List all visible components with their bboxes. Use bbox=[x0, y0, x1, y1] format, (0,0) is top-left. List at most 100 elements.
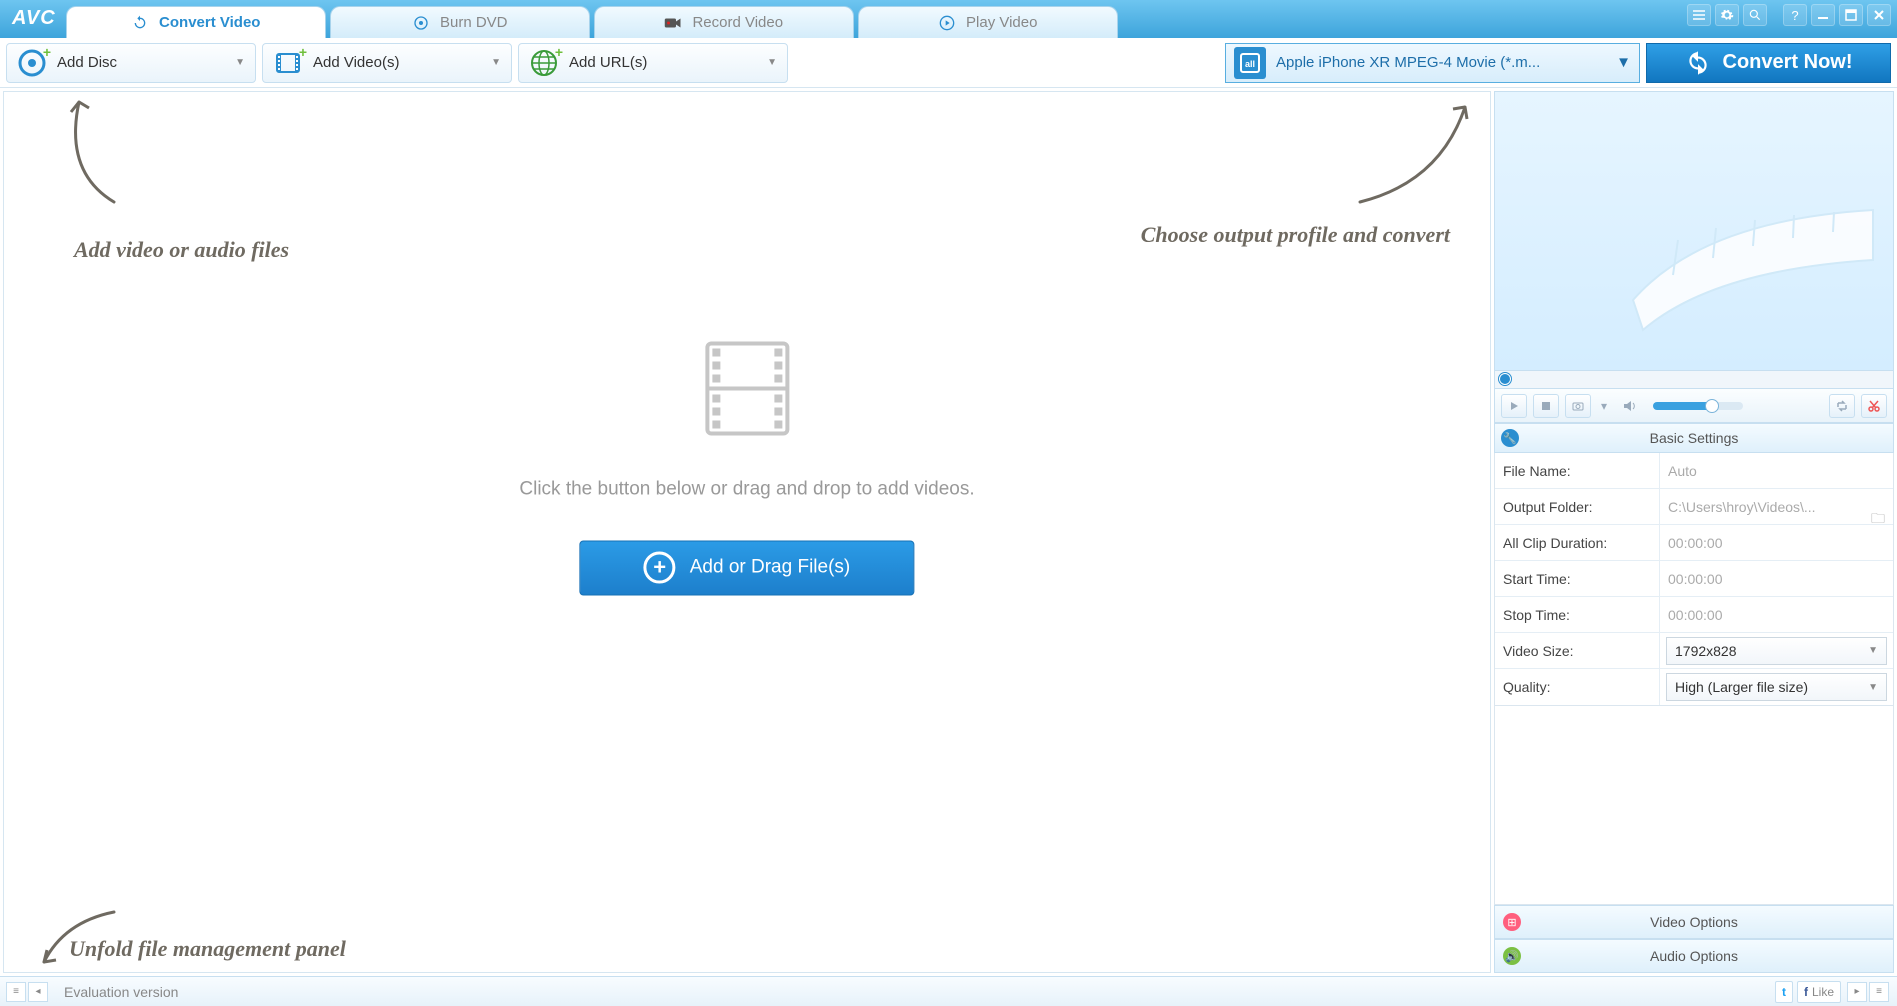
button-label: Convert Now! bbox=[1723, 51, 1853, 74]
hint-arrow-icon bbox=[44, 92, 144, 212]
quality-select[interactable]: High (Larger file size) ▼ bbox=[1666, 673, 1887, 701]
maximize-icon[interactable] bbox=[1839, 4, 1863, 26]
output-folder-field[interactable]: C:\Users\hroy\Videos\... 🗀 bbox=[1660, 499, 1893, 515]
stop-button[interactable] bbox=[1533, 394, 1559, 418]
button-label: Add Video(s) bbox=[313, 54, 399, 71]
tab-play-video[interactable]: Play Video bbox=[858, 6, 1118, 38]
window-controls: ? bbox=[1687, 4, 1891, 26]
folder-icon[interactable]: 🗀 bbox=[1871, 508, 1885, 532]
video-options-icon: ⊞ bbox=[1503, 913, 1521, 931]
settings-table: File Name: Auto Output Folder: C:\Users\… bbox=[1494, 453, 1894, 706]
chevron-down-icon: ▼ bbox=[767, 57, 777, 68]
chevron-down-icon: ▼ bbox=[1868, 682, 1878, 693]
main-tabs: Convert Video Burn DVD Record Video Play… bbox=[66, 4, 1122, 38]
search-icon[interactable] bbox=[1743, 4, 1767, 26]
camera-icon bbox=[664, 14, 682, 32]
settings-icon[interactable] bbox=[1715, 4, 1739, 26]
filmstrip-icon bbox=[687, 328, 807, 448]
film-icon: + bbox=[273, 48, 303, 78]
drop-zone: Click the button below or drag and drop … bbox=[519, 328, 974, 595]
svg-text:all: all bbox=[1245, 59, 1255, 69]
basic-settings-header[interactable]: 🔧 Basic Settings bbox=[1494, 423, 1894, 453]
hint-choose-profile: Choose output profile and convert bbox=[1141, 222, 1450, 248]
profile-icon: all bbox=[1234, 47, 1266, 79]
seek-bar[interactable] bbox=[1494, 371, 1894, 389]
setting-video-size: Video Size: 1792x828 ▼ bbox=[1495, 633, 1893, 669]
list-view-icon[interactable]: ≡ bbox=[6, 982, 26, 1002]
stop-time-field[interactable]: 00:00:00 bbox=[1660, 607, 1893, 623]
convert-now-button[interactable]: Convert Now! bbox=[1646, 43, 1891, 83]
output-profile-select[interactable]: all Apple iPhone XR MPEG-4 Movie (*.m...… bbox=[1225, 43, 1640, 83]
title-bar: AVC Convert Video Burn DVD Record Video … bbox=[0, 0, 1897, 38]
minimize-icon[interactable] bbox=[1811, 4, 1835, 26]
file-name-field[interactable]: Auto bbox=[1660, 463, 1893, 479]
snapshot-button[interactable] bbox=[1565, 394, 1591, 418]
tab-burn-dvd[interactable]: Burn DVD bbox=[330, 6, 590, 38]
twitter-button[interactable]: t bbox=[1775, 981, 1793, 1003]
volume-handle[interactable] bbox=[1705, 399, 1719, 413]
video-size-select[interactable]: 1792x828 ▼ bbox=[1666, 637, 1887, 665]
drop-instruction: Click the button below or drag and drop … bbox=[519, 478, 974, 500]
tab-label: Burn DVD bbox=[440, 14, 508, 31]
globe-icon: + bbox=[529, 48, 559, 78]
list-view-right-icon[interactable]: ≡ bbox=[1869, 982, 1889, 1002]
snapshot-dropdown-icon[interactable]: ▾ bbox=[1597, 394, 1611, 418]
tab-convert-video[interactable]: Convert Video bbox=[66, 6, 326, 38]
volume-icon[interactable] bbox=[1617, 394, 1643, 418]
setting-output-folder: Output Folder: C:\Users\hroy\Videos\... … bbox=[1495, 489, 1893, 525]
tab-record-video[interactable]: Record Video bbox=[594, 6, 854, 38]
play-icon bbox=[938, 14, 956, 32]
add-urls-button[interactable]: + Add URL(s) ▼ bbox=[518, 43, 788, 83]
video-options-header[interactable]: ⊞ Video Options bbox=[1494, 905, 1894, 939]
start-time-field[interactable]: 00:00:00 bbox=[1660, 571, 1893, 587]
setting-quality: Quality: High (Larger file size) ▼ bbox=[1495, 669, 1893, 705]
collapse-right-icon[interactable]: ▸ bbox=[1847, 982, 1867, 1002]
setting-file-name: File Name: Auto bbox=[1495, 453, 1893, 489]
hint-unfold-panel: Unfold file management panel bbox=[69, 936, 346, 962]
twitter-icon: t bbox=[1782, 985, 1786, 999]
button-label: Add URL(s) bbox=[569, 54, 647, 71]
file-list-area[interactable]: Add video or audio files Choose output p… bbox=[3, 91, 1491, 973]
setting-start-time: Start Time: 00:00:00 bbox=[1495, 561, 1893, 597]
chevron-down-icon: ▼ bbox=[1868, 645, 1878, 656]
filmstrip-graphic-icon bbox=[1623, 180, 1883, 340]
help-icon[interactable]: ? bbox=[1783, 4, 1807, 26]
tab-label: Play Video bbox=[966, 14, 1037, 31]
menu-icon[interactable] bbox=[1687, 4, 1711, 26]
button-label: Add Disc bbox=[57, 54, 117, 71]
app-logo: AVC bbox=[12, 7, 56, 30]
hint-arrow-icon bbox=[1340, 92, 1480, 212]
toolbar: + Add Disc ▼ + Add Video(s) ▼ + Add URL(… bbox=[0, 38, 1897, 88]
status-bar: ≡ ◂ Evaluation version t fLike ▸ ≡ bbox=[0, 976, 1897, 1006]
facebook-like-button[interactable]: fLike bbox=[1797, 981, 1841, 1003]
hint-add-files: Add video or audio files bbox=[74, 237, 289, 263]
tab-label: Convert Video bbox=[159, 14, 260, 31]
setting-all-clip-duration: All Clip Duration: 00:00:00 bbox=[1495, 525, 1893, 561]
chevron-down-icon: ▼ bbox=[491, 57, 501, 68]
facebook-icon: f bbox=[1804, 985, 1808, 999]
close-icon[interactable] bbox=[1867, 4, 1891, 26]
add-disc-button[interactable]: + Add Disc ▼ bbox=[6, 43, 256, 83]
add-videos-button[interactable]: + Add Video(s) ▼ bbox=[262, 43, 512, 83]
preview-box bbox=[1494, 91, 1894, 371]
chevron-down-icon: ▼ bbox=[235, 57, 245, 68]
plus-circle-icon: + bbox=[644, 552, 676, 584]
audio-options-icon: 🔊 bbox=[1503, 947, 1521, 965]
settings-blank-area bbox=[1494, 706, 1894, 905]
add-drag-files-button[interactable]: + Add or Drag File(s) bbox=[579, 540, 914, 595]
player-controls: ▾ bbox=[1494, 389, 1894, 423]
header-label: Basic Settings bbox=[1650, 430, 1739, 446]
wrench-icon: 🔧 bbox=[1501, 429, 1519, 447]
loop-button[interactable] bbox=[1829, 394, 1855, 418]
disc-icon bbox=[412, 14, 430, 32]
profile-label: Apple iPhone XR MPEG-4 Movie (*.m... bbox=[1276, 54, 1606, 71]
disc-icon: + bbox=[17, 48, 47, 78]
button-label: Add or Drag File(s) bbox=[690, 557, 851, 579]
duration-field[interactable]: 00:00:00 bbox=[1660, 535, 1893, 551]
collapse-left-icon[interactable]: ◂ bbox=[28, 982, 48, 1002]
audio-options-header[interactable]: 🔊 Audio Options bbox=[1494, 939, 1894, 973]
cut-button[interactable] bbox=[1861, 394, 1887, 418]
play-button[interactable] bbox=[1501, 394, 1527, 418]
volume-slider[interactable] bbox=[1653, 402, 1743, 410]
seek-handle[interactable] bbox=[1499, 373, 1511, 385]
